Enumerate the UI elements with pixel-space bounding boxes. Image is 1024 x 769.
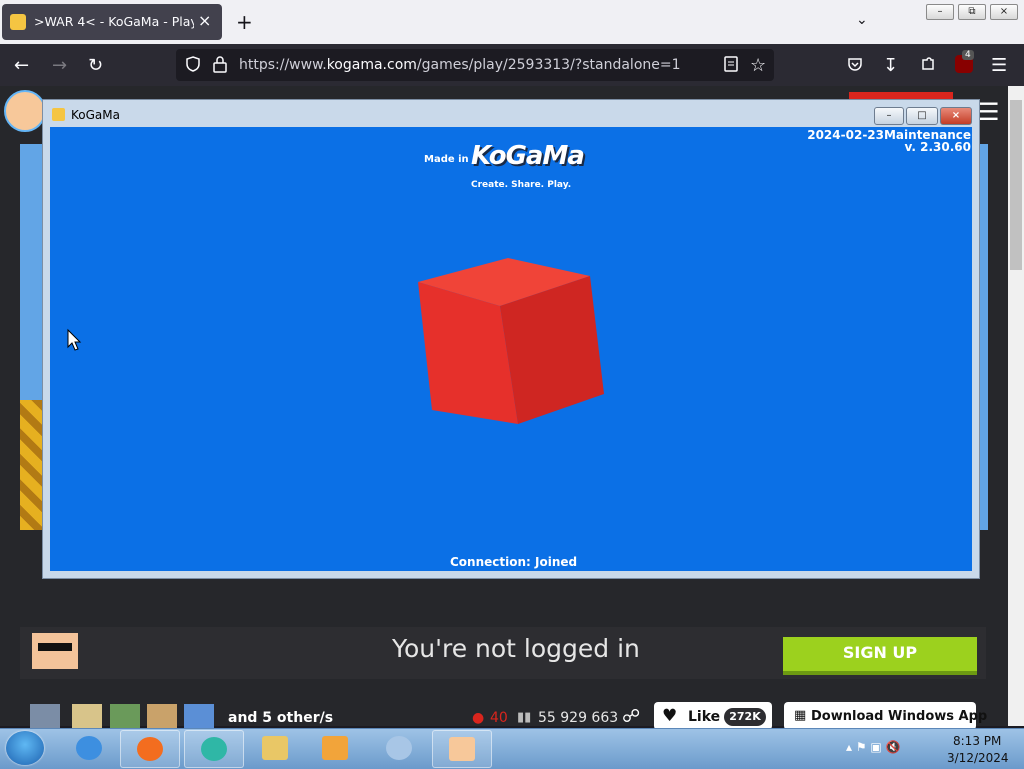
guest-avatar	[32, 633, 78, 669]
kogama-app-icon	[449, 737, 475, 761]
clock-time[interactable]: 8:13 PM	[953, 734, 1001, 748]
game-maximize-button[interactable]: □	[906, 107, 938, 125]
lock-icon[interactable]	[212, 55, 228, 73]
made-in-label: Made in	[424, 154, 469, 165]
game-thumbnail-blocks	[20, 400, 44, 530]
media-player-icon	[322, 736, 348, 760]
player-icon: ●	[472, 710, 485, 726]
tab-close-icon[interactable]: ×	[198, 11, 211, 30]
game-minimize-button[interactable]: –	[874, 107, 904, 125]
internet-explorer-icon	[76, 736, 102, 760]
player-avatar[interactable]	[72, 704, 102, 728]
connection-status: Connection: Joined	[450, 555, 578, 569]
reader-view-icon[interactable]	[722, 55, 740, 73]
extensions-puzzle-icon[interactable]	[919, 55, 937, 73]
extension-badge: 4	[962, 50, 974, 60]
download-icon[interactable]: ↧	[883, 55, 898, 76]
game-version: 2024-02-23Maintenance v. 2.30.60	[780, 129, 971, 153]
sunglasses-icon	[38, 643, 72, 651]
heart-icon: ♥	[662, 706, 678, 726]
edge-icon	[201, 737, 227, 761]
firefox-icon	[137, 737, 163, 761]
player-avatar[interactable]	[184, 704, 214, 728]
clock-date[interactable]: 3/12/2024	[947, 751, 1009, 765]
game-close-button[interactable]: ×	[940, 107, 972, 125]
plays-count: 55 929 663	[538, 710, 619, 726]
folder-icon	[262, 736, 288, 760]
menu-icon[interactable]: ☰	[991, 55, 1007, 76]
bookmark-star-icon[interactable]: ☆	[750, 55, 766, 76]
game-window-title: KoGaMa	[71, 108, 120, 122]
restore-window-button[interactable]: ⧉	[958, 4, 986, 20]
taskbar-paint[interactable]	[370, 730, 428, 766]
player-avatar[interactable]	[110, 704, 140, 728]
taskbar-internet-explorer[interactable]	[60, 730, 118, 766]
other-players-count[interactable]: and 5 other/s	[228, 710, 333, 726]
taskbar-edge[interactable]	[184, 730, 244, 768]
player-avatar[interactable]	[147, 704, 177, 728]
kogama-tagline: Create. Share. Play.	[471, 180, 572, 190]
download-windows-app-label: Download Windows App	[811, 709, 988, 724]
players-online: 40	[490, 710, 508, 726]
red-cube	[418, 258, 604, 424]
back-arrow-icon[interactable]: ←	[14, 55, 29, 76]
minimize-window-button[interactable]: –	[926, 4, 954, 20]
kogama-site-logo[interactable]	[4, 90, 46, 132]
windows-logo-icon: ▦	[794, 708, 807, 723]
like-label: Like	[688, 709, 721, 725]
version-number: v. 2.30.60	[904, 140, 971, 154]
like-count-badge: 272K	[724, 708, 766, 726]
sign-up-button[interactable]: SIGN UP	[783, 637, 977, 675]
shield-icon[interactable]	[184, 55, 202, 73]
site-menu-icon[interactable]: ☰	[978, 98, 1000, 126]
gamepad-icon: ▮▮	[517, 710, 532, 725]
mouse-pointer-icon	[67, 328, 82, 351]
taskbar-media-player[interactable]	[306, 730, 364, 766]
system-tray-icons[interactable]: ▴ ⚑ ▣ 🔇	[846, 740, 901, 754]
share-icon[interactable]: ☍	[622, 706, 640, 727]
kogama-window-icon	[52, 108, 65, 121]
forward-arrow-icon[interactable]: →	[52, 55, 67, 76]
not-logged-in-message: You're not logged in	[392, 634, 640, 663]
scrollbar-thumb[interactable]	[1010, 100, 1022, 270]
reload-icon[interactable]: ↻	[88, 55, 103, 76]
list-all-tabs-icon[interactable]: ⌄	[856, 12, 868, 28]
browser-tab[interactable]: >WAR 4< - KoGaMa - Play, Cre ×	[2, 4, 222, 40]
url-text[interactable]: https://www.kogama.com/games/play/259331…	[239, 57, 681, 73]
kogama-favicon-icon	[10, 14, 26, 30]
kogama-logo: KoGaMa	[471, 141, 585, 171]
paint-icon	[386, 736, 412, 760]
player-avatar[interactable]	[30, 704, 60, 728]
tab-title: >WAR 4< - KoGaMa - Play, Cre	[34, 14, 194, 29]
taskbar-kogama[interactable]	[432, 730, 492, 768]
taskbar-firefox[interactable]	[120, 730, 180, 768]
start-button[interactable]	[6, 731, 44, 765]
close-window-button[interactable]: ×	[990, 4, 1018, 20]
taskbar-file-explorer[interactable]	[246, 730, 304, 766]
pocket-icon[interactable]	[846, 55, 864, 73]
new-tab-icon[interactable]: +	[236, 10, 253, 34]
